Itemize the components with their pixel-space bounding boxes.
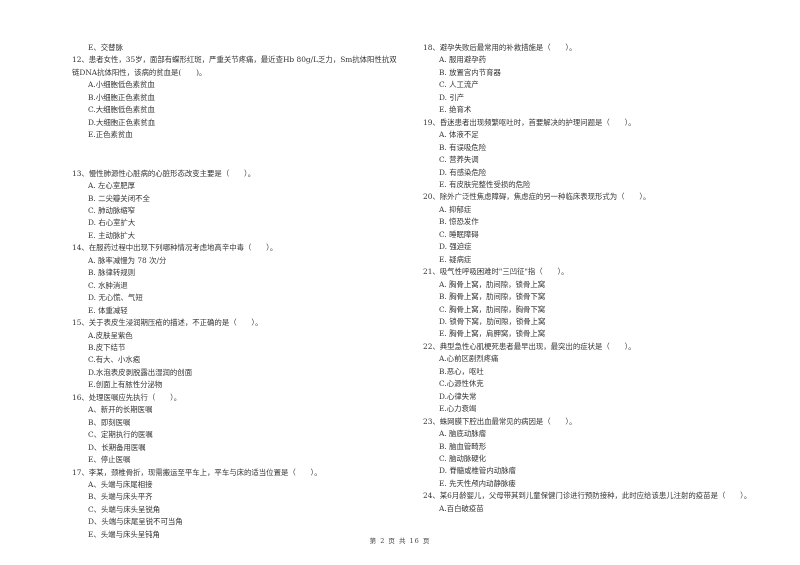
question-23: 23、蛛网膜下腔出血最常见的病因是（ ）。 A. 脑底动脉瘤 B. 脑血管畸形 …: [423, 416, 758, 491]
option-a: A.百白破疫苗: [439, 503, 484, 513]
question-21: 21、吸气性呼吸困难时"三凹征"指（ ）。 A. 胸骨上窝，肋间隙，锁骨上窝 B…: [423, 266, 758, 341]
question-24: 24、某6月龄婴儿，父母带其到儿童保健门诊进行预防接种，此时应给该患儿注射的疫苗…: [423, 490, 758, 515]
question-stem: 15、关于表皮生浸润期压疮的描述，不正确的是（ ）。: [72, 318, 263, 328]
option-e: E. 胸骨上窝，肩胛窝，锁骨上窝: [439, 329, 546, 339]
option-c: C、定期执行的医嘱: [88, 430, 153, 440]
option-d: D.心律失常: [439, 391, 477, 401]
option-b: B.小细胞正色素贫血: [88, 92, 155, 102]
option-b: B、即刻医嘱: [88, 417, 131, 427]
option-b: B. 二尖瓣关闭不全: [88, 193, 150, 203]
question-stem: 18、避孕失败后最常用的补救措施是（ ）。: [423, 43, 577, 52]
option-a: A. 服用避孕药: [439, 55, 486, 65]
option-d: D. 强迫症: [439, 242, 472, 252]
option-c: C.大细胞低色素贫血: [88, 105, 155, 115]
question-stem: 13、慢性肺源性心脏病的心脏形态改变主要是（ ）。: [72, 168, 256, 178]
option-b: B. 放置宫内节育器: [439, 67, 501, 77]
option-d: D. 引产: [439, 92, 465, 102]
option-a: A、新开的长期医嘱: [88, 405, 153, 415]
option-e: E、停止医嘱: [88, 455, 131, 465]
option-a: A、头端与床尾相接: [88, 479, 153, 489]
option-d: D.水泡表皮剥脱露出湿润的创面: [88, 367, 193, 377]
option-d: D. 无心慌、气短: [88, 293, 143, 303]
option-c: C. 脑动脉硬化: [439, 453, 487, 463]
option-c: C.有大、小水疱: [88, 355, 141, 365]
question-stem: 23、蛛网膜下腔出血最常见的病因是（ ）。: [423, 416, 577, 426]
question-stem: 14、在服药过程中出现下列哪种情况考虑地高辛中毒（ ）。: [72, 243, 278, 253]
option-b: B. 惊恐发作: [439, 217, 479, 227]
question-stem: 12、患者女性，35岁，面部有蝶形红斑，严重关节疼痛，最近查Hb 80g/L乏力…: [72, 55, 397, 77]
question-stem: 20、除外广泛性焦虑障碍，焦虑症的另一种临床表现形式为（ ）。: [423, 192, 651, 202]
option-a: A.皮肤呈紫色: [88, 330, 133, 340]
option-a: A. 胸骨上窝，肋间隙，锁骨上窝: [439, 279, 546, 289]
option-c: C. 肺动脉缩窄: [88, 205, 136, 215]
question-stem: 22、典型急性心肌梗死患者最早出现，最突出的症状是（ ）。: [423, 341, 636, 351]
option-c: C. 人工流产: [439, 80, 479, 90]
question-14: 14、在服药过程中出现下列哪种情况考虑地高辛中毒（ ）。 A. 脉率减慢为 78…: [72, 242, 407, 317]
question-12: 12、患者女性，35岁，面部有蝶形红斑，严重关节疼痛，最近查Hb 80g/L乏力…: [72, 54, 407, 141]
question-16: 16、处理医嘱应先执行（ ）。 A、新开的长期医嘱 B、即刻医嘱 C、定期执行的…: [72, 392, 407, 467]
option-c: C. 睡眠障碍: [439, 229, 479, 239]
option-b: B. 有误吸危险: [439, 142, 487, 152]
option-a: A. 体液不足: [439, 130, 479, 140]
left-column: E、交替脉 12、患者女性，35岁，面部有蝶形红斑，严重关节疼痛，最近查Hb 8…: [72, 42, 407, 541]
option-a: A. 抑郁症: [439, 204, 472, 214]
question-17: 17、李某，颈椎骨折，现需搬运至平车上，平车与床的适当位置是（ ）。 A、头端与…: [72, 467, 407, 542]
question-stem: 21、吸气性呼吸困难时"三凹征"指（ ）。: [423, 267, 569, 277]
question-stem: 19、昏迷患者出现频繁呕吐时，首要解决的护理问题是（ ）。: [423, 117, 636, 127]
question-19: 19、昏迷患者出现频繁呕吐时，首要解决的护理问题是（ ）。 A. 体液不足 B.…: [423, 117, 758, 192]
question-20: 20、除外广泛性焦虑障碍，焦虑症的另一种临床表现形式为（ ）。 A. 抑郁症 B…: [423, 191, 758, 266]
option-d: D.大细胞正色素贫血: [88, 117, 156, 127]
option-a: A. 脉率减慢为 78 次/分: [88, 255, 167, 265]
option-e: E. 疑病症: [439, 254, 472, 264]
option-d: D、头端与床尾呈锐不可当角: [88, 517, 183, 527]
option-a: A.小细胞低色素贫血: [88, 80, 155, 90]
option-b: B.皮下结节: [88, 342, 126, 352]
question-18: 18、避孕失败后最常用的补救措施是（ ）。 A. 服用避孕药 B. 放置宫内节育…: [423, 42, 758, 117]
option-e: E. 绝育术: [439, 105, 472, 115]
option-b: B、头端与床头平齐: [88, 492, 153, 502]
question-stem: 17、李某，颈椎骨折，现需搬运至平车上，平车与床的适当位置是（ ）。: [72, 467, 322, 477]
option-c: C. 胸骨上窝，肋间隙，胸骨下窝: [439, 304, 546, 314]
option-a: A.心前区剧烈疼痛: [439, 354, 499, 364]
option-c: C.心源性休克: [439, 379, 484, 389]
option-c: C. 营养失调: [439, 155, 479, 165]
option-line: E、交替脉: [88, 43, 123, 52]
option-e: E. 主动脉扩大: [88, 230, 136, 240]
option-d: D. 脊髓或椎管内动脉瘤: [439, 466, 516, 476]
option-a: A. 脑底动脉瘤: [439, 429, 486, 439]
option-c: C、头端与床头呈锐角: [88, 504, 161, 514]
option-e: E.创面上有脓性分泌物: [88, 380, 163, 390]
option-e: E.正色素贫血: [88, 130, 133, 140]
page-number-footer: 第 2 页 共 16 页: [369, 537, 431, 545]
option-b: B. 胸骨上窝，肋间隙，锁骨下窝: [439, 292, 546, 302]
document-page: E、交替脉 12、患者女性，35岁，面部有蝶形红斑，严重关节疼痛，最近查Hb 8…: [0, 0, 800, 565]
option-e: E. 有皮肤完整性受损的危险: [439, 179, 531, 189]
question-15: 15、关于表皮生浸润期压疮的描述，不正确的是（ ）。 A.皮肤呈紫色 B.皮下结…: [72, 317, 407, 392]
option-b: B. 脑血管畸形: [439, 441, 487, 451]
option-b: B.恶心，呕吐: [439, 366, 484, 376]
option-d: D. 锁骨下窝，肋间隙，锁骨上窝: [439, 316, 546, 326]
option-e: E. 先天性颅内动静脉瘘: [439, 478, 516, 488]
question-13: 13、慢性肺源性心脏病的心脏形态改变主要是（ ）。 A. 左心室肥厚 B. 二尖…: [72, 168, 407, 243]
option-d: D、长期备用医嘱: [88, 442, 146, 452]
question-22: 22、典型急性心肌梗死患者最早出现，最突出的症状是（ ）。 A.心前区剧烈疼痛 …: [423, 341, 758, 416]
option-b: B. 脉律转规则: [88, 268, 136, 278]
option-d: D. 有感染危险: [439, 167, 487, 177]
option-c: C. 水肿消退: [88, 280, 128, 290]
option-d: D. 右心室扩大: [88, 218, 136, 228]
option-a: A. 左心室肥厚: [88, 181, 135, 191]
right-column: 18、避孕失败后最常用的补救措施是（ ）。 A. 服用避孕药 B. 放置宫内节育…: [423, 42, 758, 515]
question-stem: 24、某6月龄婴儿，父母带其到儿童保健门诊进行预防接种，此时应给该患儿注射的疫苗…: [423, 491, 752, 501]
option-e: E. 体重减轻: [88, 305, 128, 315]
option-e: E.心力衰竭: [439, 404, 477, 414]
question-stem: 16、处理医嘱应先执行（ ）。: [72, 392, 182, 402]
